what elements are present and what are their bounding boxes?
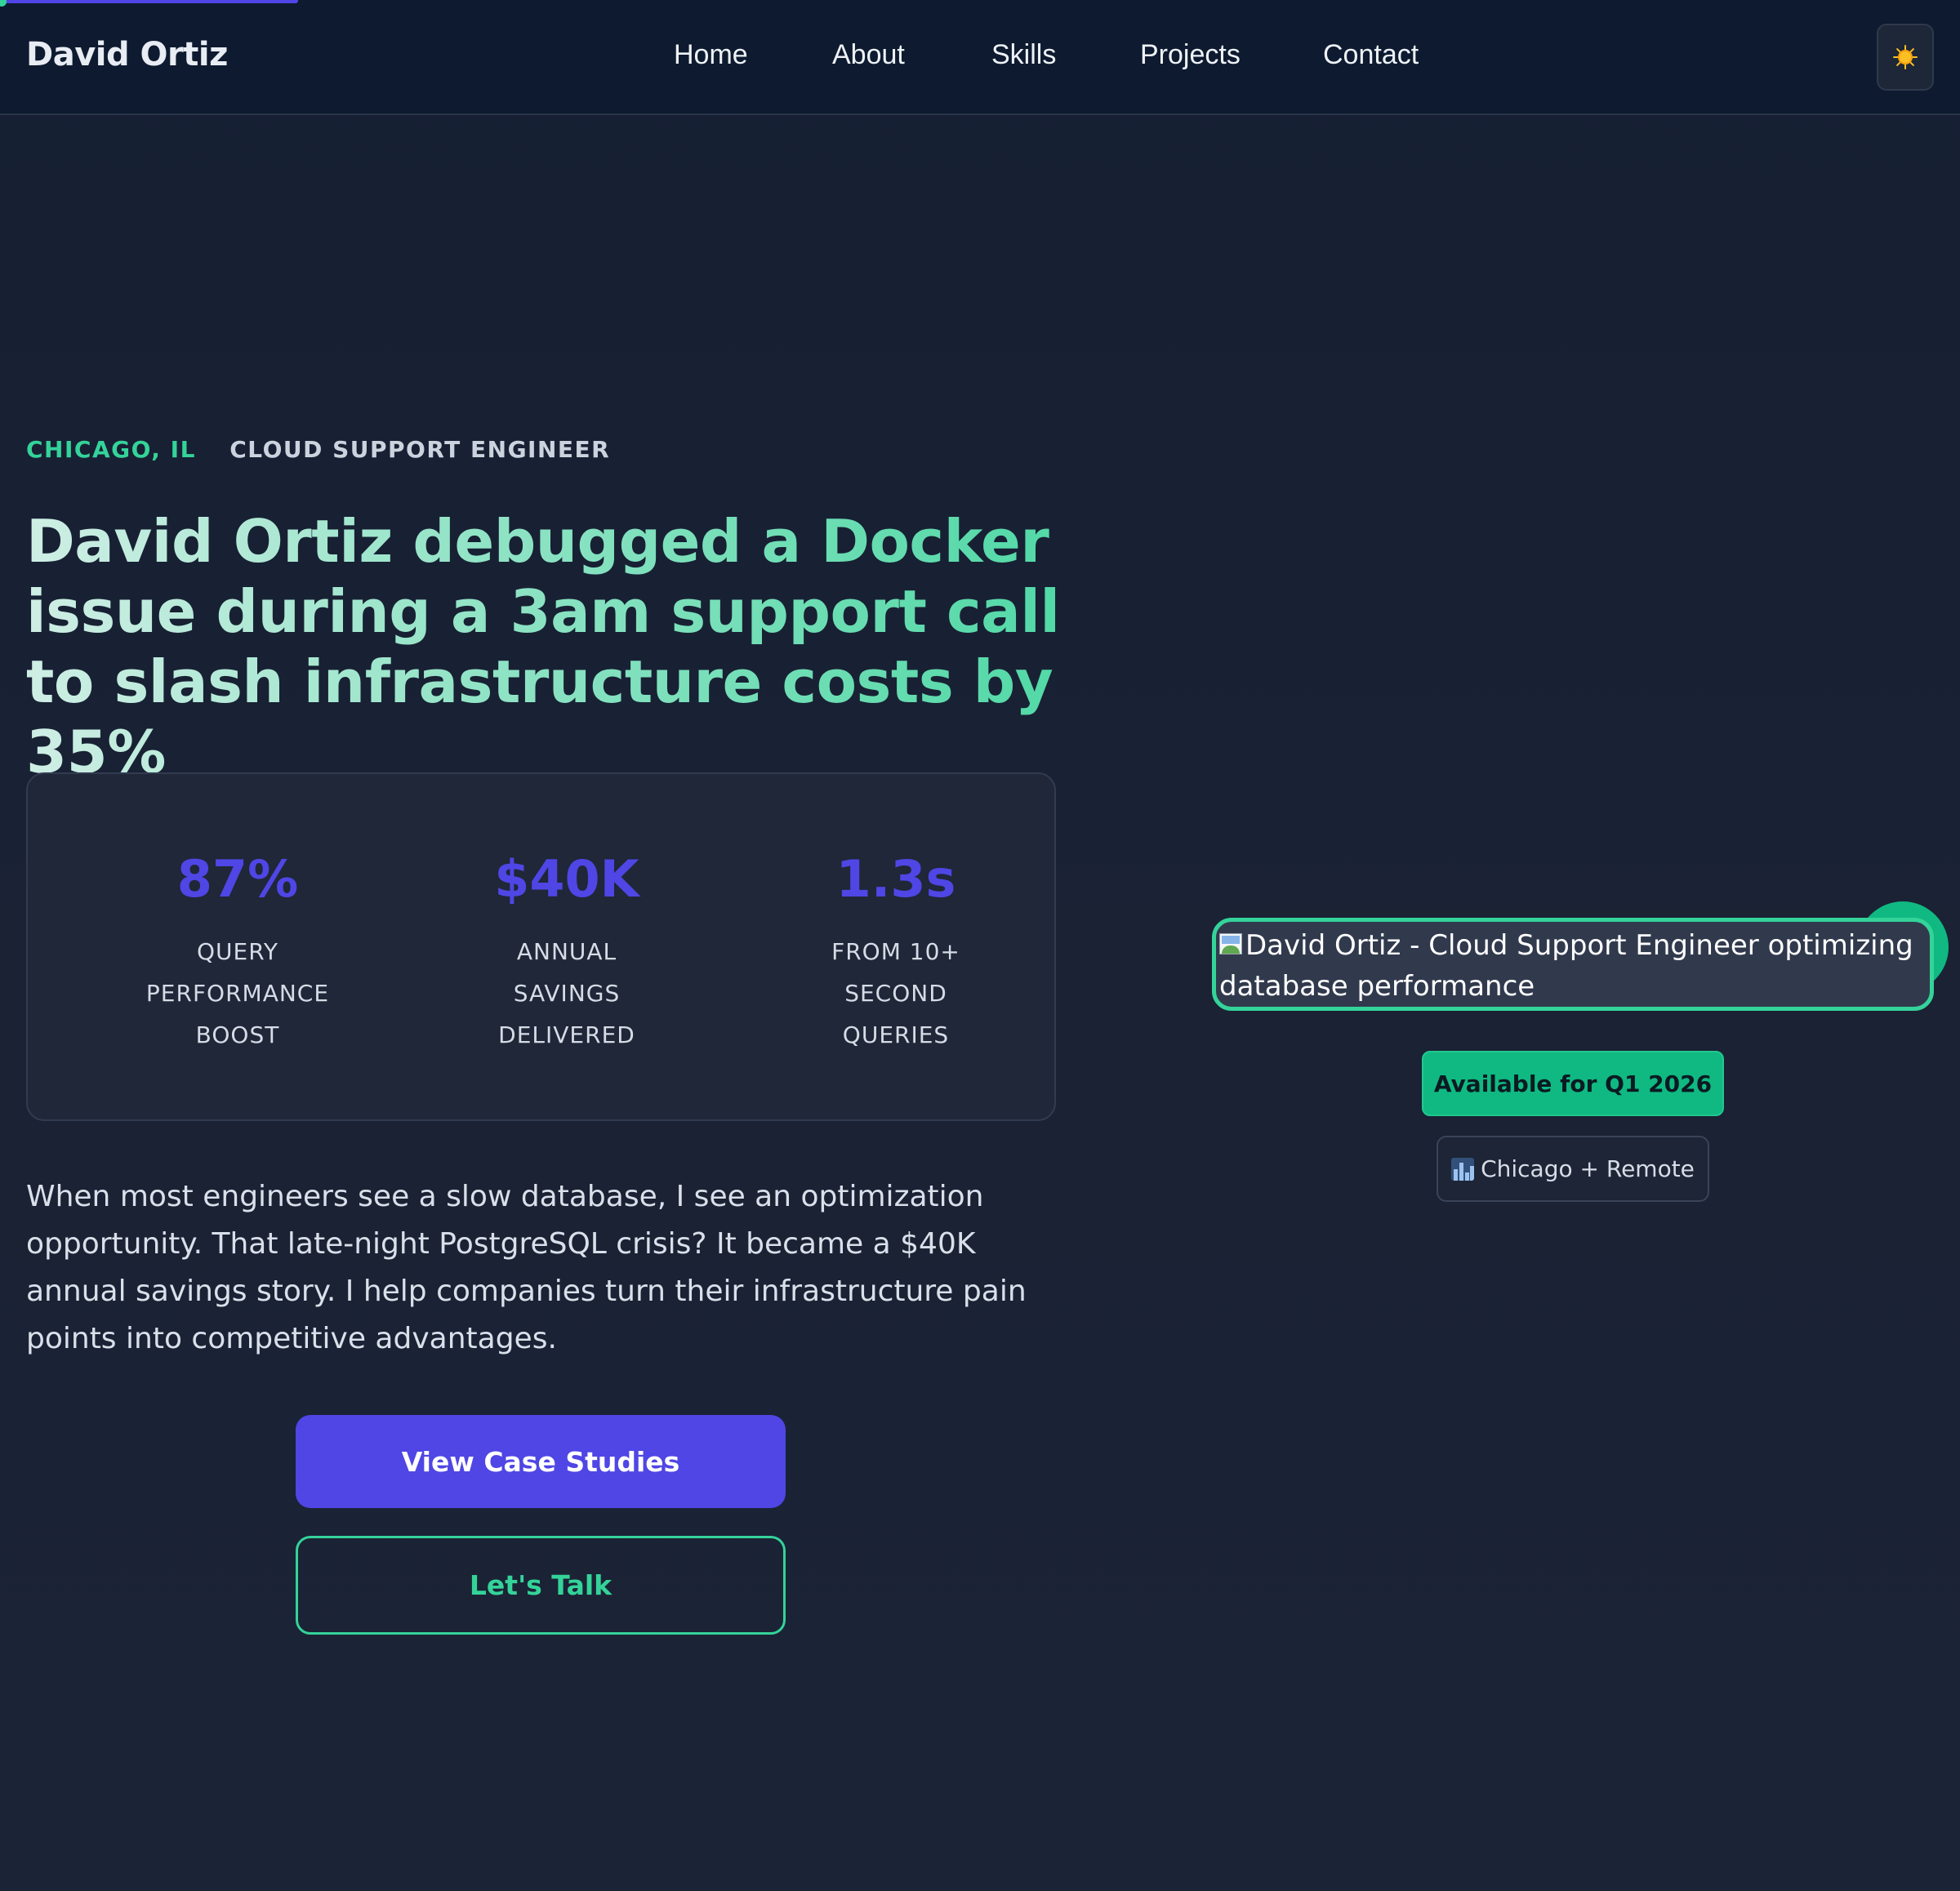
stat-value: 87%: [176, 849, 299, 909]
cityscape-icon: [1451, 1157, 1475, 1181]
availability-badge: Available for Q1 2026: [1422, 1051, 1724, 1116]
sun-icon: [1893, 45, 1918, 69]
hero-location: CHICAGO, IL: [26, 436, 196, 463]
profile-photo: David Ortiz - Cloud Support Engineer opt…: [1212, 918, 1934, 1011]
hero-headline: David Ortiz debugged a Docker issue duri…: [26, 506, 1088, 787]
theme-toggle-button[interactable]: [1877, 24, 1934, 91]
hero-tagline: CHICAGO, IL CLOUD SUPPORT ENGINEER: [26, 436, 610, 463]
stat-value: $40K: [494, 849, 639, 909]
hero-intro: When most engineers see a slow database,…: [26, 1180, 1027, 1355]
nav-link-skills[interactable]: Skills: [991, 39, 1056, 71]
stat-label: ANNUAL SAVINGS DELIVERED: [498, 938, 635, 1048]
stat-label: QUERY PERFORMANCE BOOST: [145, 938, 330, 1048]
hero-role: CLOUD SUPPORT ENGINEER: [229, 436, 611, 463]
stats-card: 87% QUERY PERFORMANCE BOOST $40K ANNUAL …: [26, 772, 1056, 1121]
nav-link-home[interactable]: Home: [674, 39, 748, 71]
stat-value: 1.3s: [835, 849, 956, 909]
nav-link-about[interactable]: About: [832, 39, 905, 71]
stat-annual-savings: $40K ANNUAL SAVINGS DELIVERED: [420, 851, 714, 1056]
scroll-progress-bar: [0, 0, 298, 7]
top-navigation: David Ortiz Home About Skills Projects C…: [0, 0, 1960, 115]
stat-query-time: 1.3s FROM 10+ SECOND QUERIES: [749, 851, 1043, 1056]
page: David Ortiz Home About Skills Projects C…: [0, 0, 1960, 1891]
stat-label: FROM 10+ SECOND QUERIES: [831, 938, 960, 1048]
site-brand[interactable]: David Ortiz: [26, 36, 228, 73]
nav-link-projects[interactable]: Projects: [1140, 39, 1241, 71]
view-case-studies-button[interactable]: View Case Studies: [296, 1415, 786, 1508]
lets-talk-button[interactable]: Let's Talk: [296, 1536, 786, 1635]
broken-image-icon: [1219, 933, 1244, 956]
stat-query-performance: 87% QUERY PERFORMANCE BOOST: [91, 851, 385, 1056]
nav-link-contact[interactable]: Contact: [1323, 39, 1419, 71]
location-badge-label: Chicago + Remote: [1481, 1155, 1695, 1182]
profile-photo-alt-text: David Ortiz - Cloud Support Engineer opt…: [1219, 929, 1913, 1003]
location-badge: Chicago + Remote: [1437, 1136, 1709, 1202]
